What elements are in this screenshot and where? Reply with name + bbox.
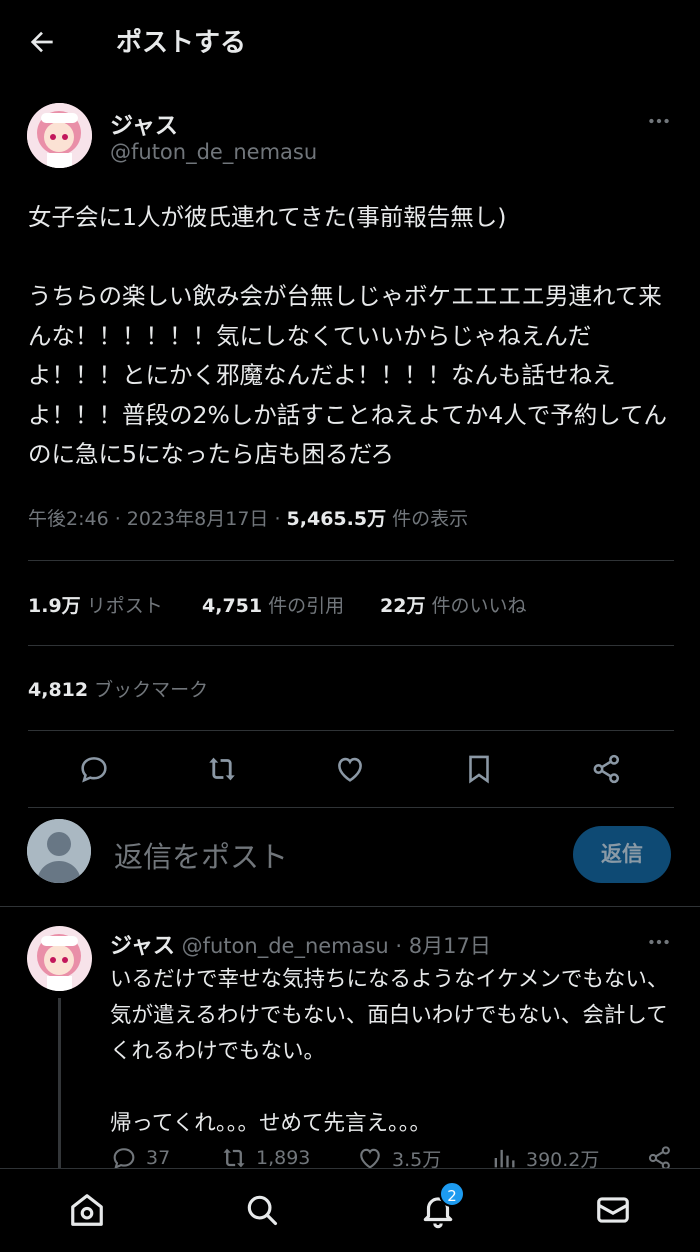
- bookmarks-stat[interactable]: 4,812 ブックマーク: [28, 675, 208, 702]
- divider: [28, 560, 674, 561]
- reply-date[interactable]: · 8月17日: [389, 934, 490, 958]
- tweet-text: 女子会に1人が彼氏連れてきた(事前報告無し) うちらの楽しい飲み会が台無しじゃボ…: [28, 203, 668, 468]
- quotes-stat[interactable]: 4,751 件の引用: [202, 591, 344, 618]
- reposts-count: 1.9万: [28, 595, 81, 617]
- reposts-label: リポスト: [80, 595, 163, 617]
- divider: [0, 906, 700, 907]
- share-icon[interactable]: [590, 752, 624, 786]
- thread-line: [58, 998, 61, 1168]
- reply-author-name[interactable]: ジャス: [110, 934, 175, 959]
- reply-author-handle[interactable]: @futon_de_nemasu: [182, 934, 389, 958]
- more-options-icon[interactable]: [646, 108, 672, 134]
- home-icon[interactable]: [68, 1191, 106, 1229]
- back-arrow-icon[interactable]: [26, 26, 58, 58]
- reply-author-avatar[interactable]: [27, 926, 92, 991]
- author-handle[interactable]: @futon_de_nemasu: [110, 140, 317, 164]
- divider: [28, 730, 674, 731]
- author-name[interactable]: ジャス: [110, 106, 178, 140]
- search-icon[interactable]: [243, 1191, 281, 1229]
- page-title: ポストする: [116, 28, 247, 58]
- reply-replies-count: 37: [146, 1147, 171, 1169]
- top-bar: ポストする: [0, 0, 700, 82]
- notifications-badge: 2: [439, 1181, 465, 1207]
- reposts-stat[interactable]: 1.9万 リポスト: [28, 591, 163, 618]
- divider: [28, 645, 674, 646]
- likes-stat[interactable]: 22万 件のいいね: [380, 591, 527, 618]
- repost-icon[interactable]: [205, 752, 239, 786]
- reply-input[interactable]: 返信をポスト: [114, 834, 288, 876]
- views-label: 件の表示: [386, 508, 469, 530]
- bottom-navigation: [0, 1168, 700, 1252]
- bookmark-icon[interactable]: [462, 752, 496, 786]
- bookmarks-label: ブックマーク: [88, 679, 209, 701]
- reply-text: いるだけで幸せな気持ちになるようなイケメンでもない、気が遣えるわけでもない、面白…: [110, 967, 669, 1136]
- divider: [28, 807, 674, 808]
- quotes-label: 件の引用: [262, 595, 345, 617]
- my-avatar[interactable]: [27, 819, 91, 883]
- reply-icon[interactable]: [77, 752, 111, 786]
- quotes-count: 4,751: [202, 595, 263, 617]
- like-icon[interactable]: [333, 752, 367, 786]
- tweet-timestamp[interactable]: 午後2:46 · 2023年8月17日 ·: [28, 508, 287, 530]
- more-options-icon[interactable]: [646, 929, 672, 955]
- messages-mail-icon[interactable]: [594, 1191, 632, 1229]
- reply-button[interactable]: 返信: [573, 826, 671, 883]
- bookmarks-count: 4,812: [28, 679, 89, 701]
- likes-count: 22万: [380, 595, 426, 617]
- author-avatar[interactable]: [27, 103, 92, 168]
- reply-header: ジャス @futon_de_nemasu · 8月17日: [110, 928, 491, 960]
- tweet-meta: 午後2:46 · 2023年8月17日 · 5,465.5万 件の表示: [28, 504, 468, 531]
- likes-label: 件のいいね: [425, 595, 527, 617]
- reply-reposts-count: 1,893: [256, 1147, 311, 1169]
- views-count: 5,465.5万: [286, 508, 387, 530]
